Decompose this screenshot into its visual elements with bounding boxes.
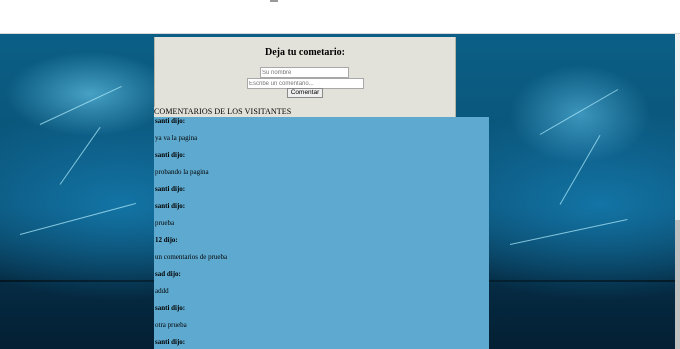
comment-text: probando la pagina bbox=[155, 168, 209, 176]
comment-submit-button[interactable]: Comentar bbox=[287, 88, 323, 98]
comment-author: santi dijo: bbox=[155, 202, 186, 210]
light-streak bbox=[59, 126, 101, 185]
light-streak bbox=[539, 89, 619, 135]
comment-author: santi dijo: bbox=[155, 304, 186, 312]
comment-author: santi dijo: bbox=[155, 151, 186, 159]
comment-author: sad dijo: bbox=[155, 270, 181, 278]
light-streak bbox=[509, 219, 628, 245]
form-title: Deja tu cometario: bbox=[265, 47, 345, 58]
comments-heading: COMENTARIOS DE LOS VISITANTES bbox=[154, 107, 455, 117]
page-scrollbar[interactable] bbox=[675, 34, 680, 349]
comments-list: santi dijo: ya va la pagina santi dijo: … bbox=[154, 117, 489, 349]
comment-author: santi dijo: bbox=[155, 117, 186, 125]
light-streak bbox=[559, 134, 601, 205]
light-streak bbox=[19, 202, 137, 235]
comment-author: santi dijo: bbox=[155, 185, 186, 193]
comment-author: santi dijo: bbox=[155, 338, 186, 346]
name-input[interactable] bbox=[260, 67, 349, 78]
comment-text: addd bbox=[155, 287, 169, 295]
comment-text: otra prueba bbox=[155, 321, 187, 329]
browser-top-area bbox=[0, 0, 680, 34]
comment-form: Deja tu cometario: Comentar bbox=[154, 37, 456, 117]
comment-text: prueba bbox=[155, 219, 175, 227]
comment-author: 12 dijo: bbox=[155, 236, 178, 244]
top-mark bbox=[270, 0, 278, 2]
comment-text: un comentarios de prueba bbox=[155, 253, 228, 261]
light-streak bbox=[39, 86, 122, 125]
scrollbar-thumb[interactable] bbox=[675, 220, 680, 349]
comment-text: ya va la pagina bbox=[155, 134, 198, 142]
